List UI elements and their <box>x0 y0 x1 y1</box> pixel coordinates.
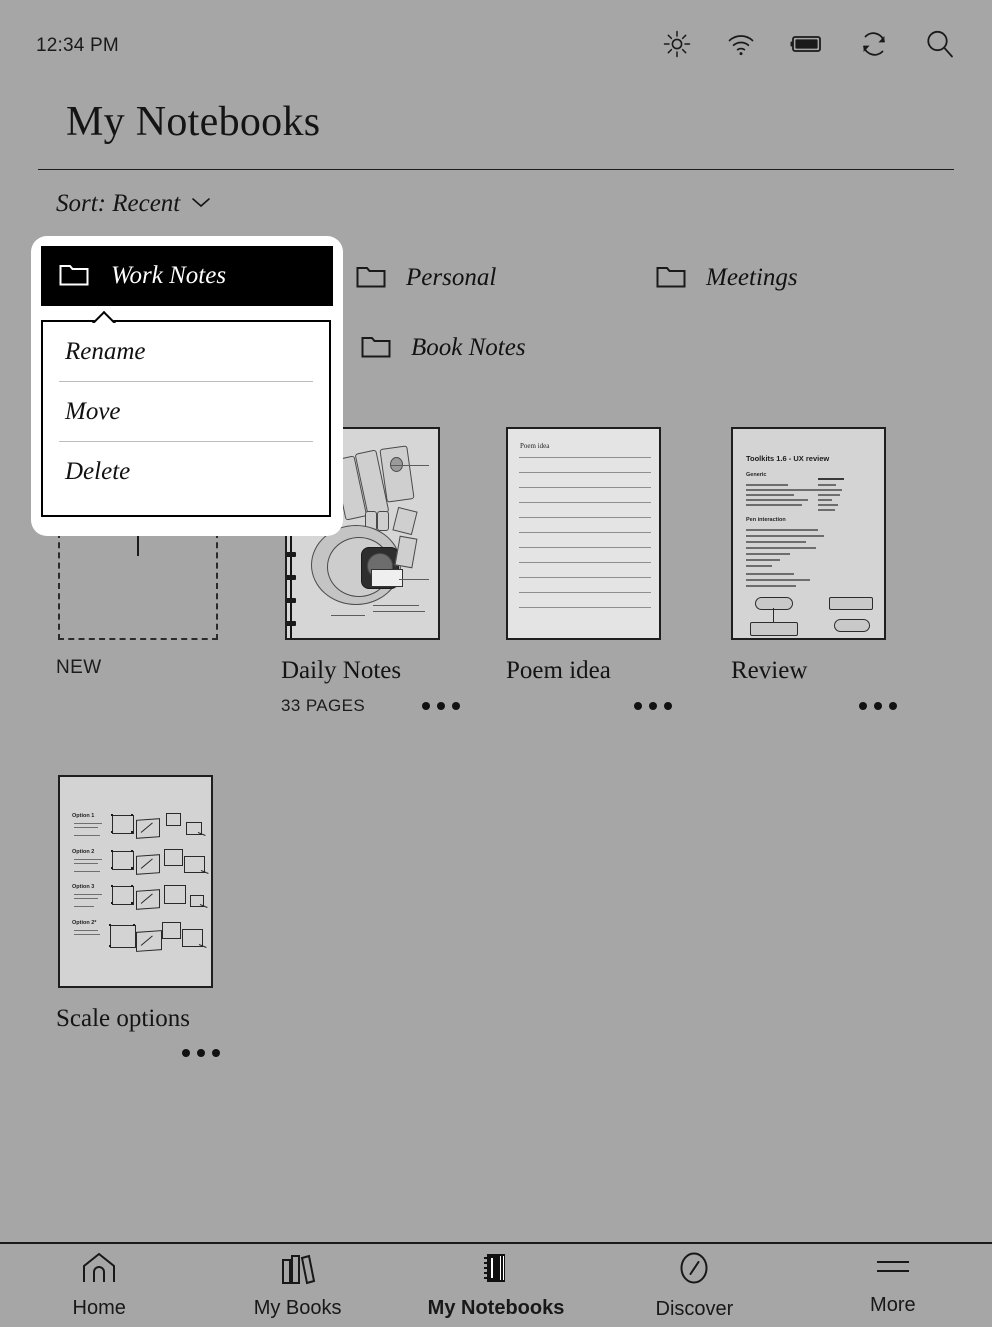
notebook-icon <box>479 1251 513 1290</box>
folder-context-menu: Work Notes Rename Move Delete <box>31 236 343 536</box>
context-menu-item-label: Move <box>65 398 121 425</box>
books-icon <box>278 1251 318 1290</box>
notebook-overflow-menu-button[interactable] <box>859 701 897 710</box>
sketch-shape <box>371 569 403 587</box>
context-menu-item-label: Rename <box>65 338 146 365</box>
thumbnail-section-heading: Pen interaction <box>746 517 786 523</box>
nav-item-label: Home <box>72 1297 126 1319</box>
battery-icon[interactable] <box>790 34 824 59</box>
notebook-thumbnail[interactable]: Toolkits 1.6 - UX review Generic Pen int… <box>731 427 886 640</box>
notebook-page-count: 33 PAGES <box>281 695 366 715</box>
notebook-overflow-menu-button[interactable] <box>422 701 461 710</box>
search-icon[interactable] <box>924 28 956 65</box>
folder-label: Book Notes <box>411 334 526 361</box>
bottom-navigation-bar: Home My Books My Notebooks Discover More <box>0 1242 992 1327</box>
nav-item-my-books[interactable]: My Books <box>198 1251 396 1320</box>
sketch-callout <box>399 579 429 580</box>
sketch-shape <box>392 506 418 536</box>
thumbnail-option-label: Option 2* <box>72 919 97 926</box>
notebook-card-review[interactable]: Toolkits 1.6 - UX review Generic Pen int… <box>731 418 956 716</box>
thumbnail-option-label: Option 2 <box>72 848 95 855</box>
notebook-card-poem-idea[interactable]: Poem idea Poem idea <box>506 418 731 716</box>
context-menu-item-rename[interactable]: Rename <box>43 322 329 382</box>
title-divider <box>38 169 954 170</box>
nav-item-more[interactable]: More <box>794 1254 992 1317</box>
notebook-overflow-menu-button[interactable] <box>634 701 672 710</box>
nav-item-my-notebooks[interactable]: My Notebooks <box>397 1251 595 1320</box>
notebook-card-scale-options[interactable]: Option 1 Option 2 Option 3 Option 2* Sca… <box>56 766 286 1064</box>
thumbnail-content: Toolkits 1.6 - UX review Generic Pen int… <box>733 429 884 638</box>
sort-control[interactable]: Sort: Recent <box>56 190 211 218</box>
nav-item-label: My Notebooks <box>427 1297 565 1319</box>
notebook-meta-row <box>506 696 731 716</box>
nav-item-label: More <box>870 1294 916 1316</box>
thumbnail-heading: Toolkits 1.6 - UX review <box>746 454 830 463</box>
thumbnail-option-label: Option 1 <box>72 812 95 819</box>
sketch-shape <box>377 511 389 531</box>
thumbnail-content: Option 1 Option 2 Option 3 Option 2* <box>60 776 211 986</box>
status-icon-group <box>662 28 956 65</box>
sync-icon[interactable] <box>858 28 890 65</box>
thumbnail-content: Poem idea <box>508 429 659 638</box>
sketch-callout <box>373 611 425 612</box>
notebook-title: Poem idea <box>506 657 611 684</box>
new-notebook-label: NEW <box>56 657 102 678</box>
notebook-meta-row: 33 PAGES <box>281 696 506 716</box>
folder-icon <box>656 264 686 293</box>
thumbnail-heading: Poem idea <box>520 442 550 450</box>
notebook-title: Scale options <box>56 1004 191 1032</box>
status-time: 12:34 PM <box>36 35 119 56</box>
folder-icon <box>59 262 89 291</box>
context-menu-folder-name: Work Notes <box>111 262 227 289</box>
thumbnail-section-heading: Generic <box>746 472 767 478</box>
nav-item-label: Discover <box>655 1298 734 1320</box>
home-icon <box>80 1251 118 1290</box>
folder-item-personal[interactable]: Personal <box>356 256 656 300</box>
notebook-thumbnail[interactable]: Poem idea <box>506 427 661 640</box>
notebook-title: Daily Notes <box>281 657 402 684</box>
sketch-callout <box>391 465 429 466</box>
notebook-overflow-menu-button[interactable] <box>182 1049 220 1057</box>
sketch-callout <box>373 605 419 606</box>
sketch-callout <box>331 615 365 616</box>
thumbnail-wrap: Option 1 Option 2 Option 3 Option 2* <box>56 766 286 988</box>
context-menu-header[interactable]: Work Notes <box>41 246 333 306</box>
folder-label: Personal <box>406 264 497 291</box>
page-title: My Notebooks <box>66 99 321 145</box>
notebook-title: Review <box>731 657 808 684</box>
compass-icon <box>676 1250 712 1291</box>
sketch-shape <box>394 535 418 569</box>
hamburger-icon <box>874 1254 912 1287</box>
context-menu-item-delete[interactable]: Delete <box>43 442 329 502</box>
context-menu-item-label: Delete <box>65 458 131 485</box>
status-bar: 12:34 PM <box>0 0 992 92</box>
nav-item-label: My Books <box>253 1297 342 1319</box>
folder-label: Meetings <box>706 264 798 291</box>
thumbnail-wrap: Toolkits 1.6 - UX review Generic Pen int… <box>731 418 956 640</box>
notebook-meta-row <box>56 1043 286 1063</box>
context-menu-list: Rename Move Delete <box>41 320 331 517</box>
notebook-thumbnail[interactable]: Option 1 Option 2 Option 3 Option 2* <box>58 774 213 988</box>
nav-item-discover[interactable]: Discover <box>595 1250 793 1321</box>
notebook-meta-row <box>731 696 956 716</box>
chevron-down-icon <box>191 195 211 213</box>
folder-icon <box>356 264 386 293</box>
thumbnail-option-label: Option 3 <box>72 883 95 890</box>
notebook-grid-row: Option 1 Option 2 Option 3 Option 2* Sca… <box>56 766 956 1064</box>
context-menu-item-move[interactable]: Move <box>43 382 329 442</box>
wifi-icon[interactable] <box>726 31 756 62</box>
folder-item-book-notes[interactable]: Book Notes <box>361 326 666 370</box>
folder-item-meetings[interactable]: Meetings <box>656 256 956 300</box>
brightness-icon[interactable] <box>662 29 692 64</box>
new-notebook-tile[interactable] <box>58 512 218 640</box>
folder-icon <box>361 334 391 363</box>
nav-item-home[interactable]: Home <box>0 1251 198 1320</box>
sort-label: Sort: Recent <box>56 190 181 217</box>
thumbnail-wrap: Poem idea <box>506 418 731 640</box>
